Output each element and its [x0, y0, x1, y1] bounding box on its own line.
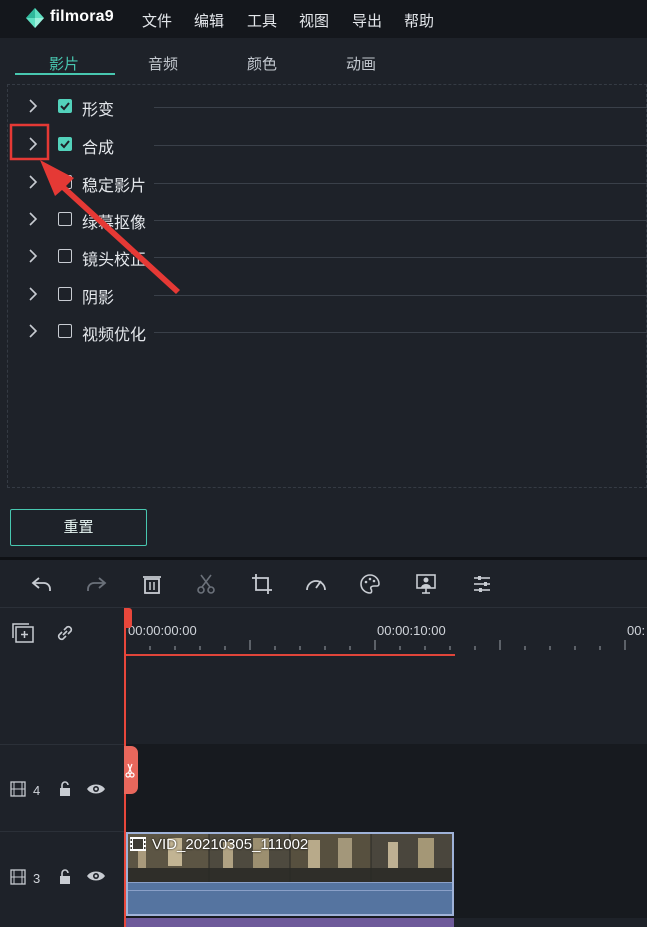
scissors-icon [125, 763, 135, 778]
next-track-clip[interactable] [126, 918, 454, 927]
track-number: 4 [33, 783, 41, 798]
green-screen-icon[interactable] [414, 572, 438, 596]
audio-mixer-icon[interactable] [470, 572, 494, 596]
crop-icon[interactable] [250, 572, 274, 596]
add-track-icon[interactable] [11, 622, 35, 644]
timeline-toolbar [0, 560, 647, 608]
clip-audio-strip [128, 882, 452, 914]
ruler-ticks [149, 640, 626, 650]
eye-icon[interactable] [86, 782, 106, 796]
clip-title: VID_20210305_111002 [152, 836, 309, 853]
track-body[interactable] [125, 744, 647, 831]
timeline-empty-area[interactable] [0, 657, 647, 744]
track-number: 3 [33, 871, 41, 886]
undo-icon[interactable] [30, 572, 54, 596]
film-track-icon [10, 781, 26, 797]
redo-icon[interactable] [84, 572, 108, 596]
video-clip[interactable]: VID_20210305_111002 [126, 832, 454, 916]
film-track-icon [10, 869, 26, 885]
timeline-ruler[interactable]: 00:00:00:00 00:00:10:00 00: [125, 608, 647, 656]
annotation-highlight-box [9, 123, 50, 161]
eye-icon[interactable] [86, 869, 106, 883]
timeline-header-controls [0, 608, 125, 656]
speed-icon[interactable] [304, 572, 328, 596]
delete-icon[interactable] [140, 572, 164, 596]
timeline-range-bar [125, 654, 455, 656]
playhead-handle[interactable] [124, 608, 132, 628]
track-row: 4 [0, 744, 647, 831]
color-icon[interactable] [358, 572, 382, 596]
annotation-arrow [40, 160, 180, 294]
reset-button[interactable]: 重置 [10, 509, 147, 546]
track-header: 3 [0, 831, 125, 918]
track-header: 4 [0, 744, 125, 831]
lock-icon[interactable] [58, 869, 72, 885]
link-icon[interactable] [54, 622, 76, 644]
playhead-split-knob[interactable] [124, 746, 138, 794]
cut-icon[interactable] [194, 572, 218, 596]
lock-icon[interactable] [58, 781, 72, 797]
film-clip-icon [130, 837, 146, 851]
